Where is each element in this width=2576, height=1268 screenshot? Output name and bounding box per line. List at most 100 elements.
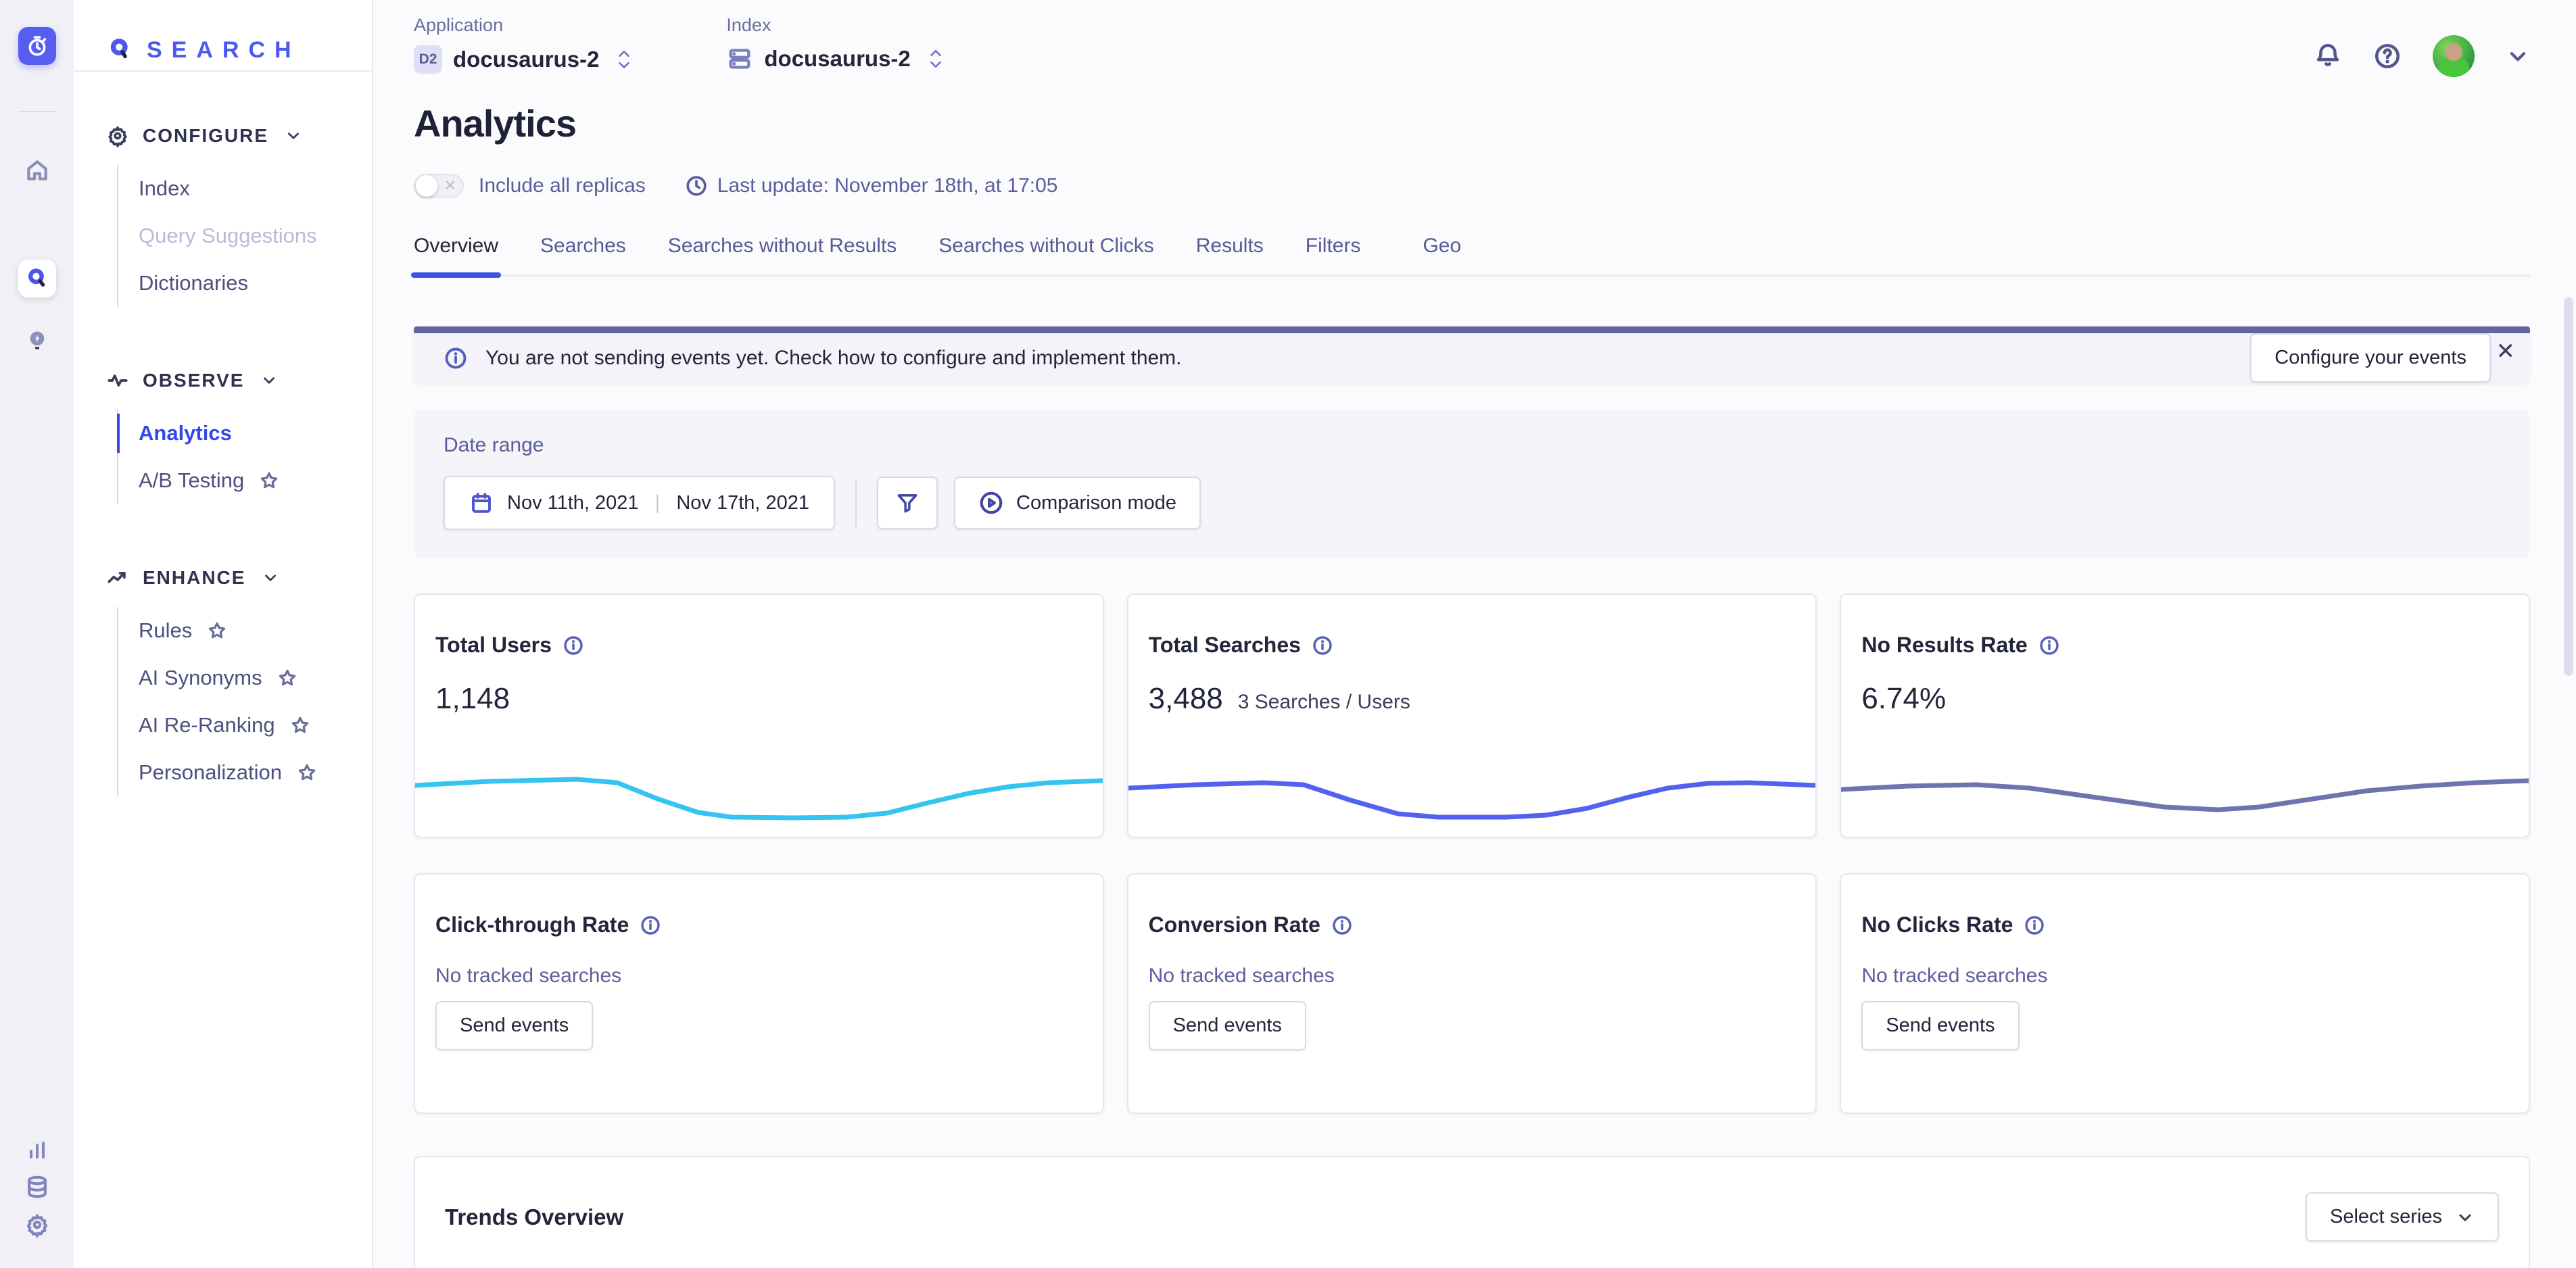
nav-section-label: CONFIGURE <box>143 125 268 147</box>
last-update: Last update: November 18th, at 17:05 <box>685 174 1058 197</box>
info-icon[interactable] <box>1312 635 1333 656</box>
trends-title: Trends Overview <box>445 1204 623 1230</box>
info-icon[interactable] <box>1331 915 1353 936</box>
index-select-chevrons-icon[interactable] <box>928 49 943 69</box>
tab-geo[interactable]: Geo <box>1423 235 1461 275</box>
info-icon[interactable] <box>2038 635 2060 656</box>
card-title: No Results Rate <box>1861 633 2027 658</box>
tab-overview[interactable]: Overview <box>414 235 498 275</box>
nav-section-label: ENHANCE <box>143 567 245 589</box>
user-avatar[interactable] <box>2433 35 2475 77</box>
sidebar-item-label: A/B Testing <box>139 468 244 493</box>
send-events-button[interactable]: Send events <box>1861 1001 2019 1050</box>
info-icon[interactable] <box>2024 915 2045 936</box>
application-value: docusaurus-2 <box>453 47 599 72</box>
main-content: Application D2 docusaurus-2 Index <box>373 0 2576 1268</box>
sidebar-item-index[interactable]: Index <box>139 165 372 212</box>
sidebar-item-label: Analytics <box>139 421 232 445</box>
date-separator: | <box>652 491 663 514</box>
chevron-down-icon <box>262 569 279 587</box>
tab-filters[interactable]: Filters <box>1306 235 1361 275</box>
card-title: Total Searches <box>1149 633 1301 658</box>
index-label: Index <box>726 15 943 36</box>
sidebar-item-personalization[interactable]: Personalization <box>139 749 372 796</box>
sidebar-item-dictionaries[interactable]: Dictionaries <box>139 260 372 307</box>
send-events-button[interactable]: Send events <box>435 1001 593 1050</box>
tab-searches-without-clicks[interactable]: Searches without Clicks <box>938 235 1153 275</box>
stopwatch-icon[interactable] <box>18 27 56 65</box>
metric-card-total-users: Total Users 1,148 <box>414 593 1104 838</box>
gear-icon <box>106 124 129 147</box>
tab-searches-without-results[interactable]: Searches without Results <box>668 235 897 275</box>
account-chevron-down-icon[interactable] <box>2506 44 2530 68</box>
sidebar-item-analytics[interactable]: Analytics <box>139 410 372 457</box>
logo-magnifier-icon <box>106 36 135 64</box>
notifications-bell-icon[interactable] <box>2314 42 2342 70</box>
events-banner: You are not sending events yet. Check ho… <box>414 326 2530 383</box>
nav-section-enhance[interactable]: ENHANCE <box>106 566 372 589</box>
metric-card-no-results-rate: No Results Rate 6.74% <box>1840 593 2530 838</box>
chevron-down-icon <box>260 372 278 389</box>
event-card-no-clicks-rate: No Clicks Rate No tracked searches Send … <box>1840 873 2530 1114</box>
date-range-button[interactable]: Nov 11th, 2021 | Nov 17th, 2021 <box>444 476 835 530</box>
sidebar: SEARCH CONFIGURE Index Query Suggestions… <box>74 0 373 1268</box>
card-subtext: 3 Searches / Users <box>1238 691 1410 714</box>
card-status: No tracked searches <box>415 937 1103 987</box>
search-logo[interactable]: SEARCH <box>74 0 372 70</box>
nav-section-label: OBSERVE <box>143 370 244 391</box>
sidebar-item-ab-testing[interactable]: A/B Testing <box>139 457 372 504</box>
home-icon[interactable] <box>18 151 56 189</box>
card-title: Conversion Rate <box>1149 912 1320 937</box>
sidebar-item-label: AI Re-Ranking <box>139 713 275 737</box>
topbar: Application D2 docusaurus-2 Index <box>414 0 2530 77</box>
page-scrollbar[interactable] <box>2564 297 2573 676</box>
info-icon[interactable] <box>563 635 584 656</box>
star-icon <box>290 715 310 735</box>
date-end: Nov 17th, 2021 <box>676 492 809 514</box>
tab-results[interactable]: Results <box>1196 235 1264 275</box>
sidebar-item-ai-synonyms[interactable]: AI Synonyms <box>139 654 372 702</box>
card-value: 3,488 <box>1149 682 1223 716</box>
comparison-mode-button[interactable]: Comparison mode <box>954 477 1201 529</box>
banner-close-icon[interactable]: ✕ <box>2496 340 2516 363</box>
sidebar-item-rules[interactable]: Rules <box>139 607 372 654</box>
bar-chart-icon[interactable] <box>18 1130 56 1168</box>
last-update-text: Last update: November 18th, at 17:05 <box>717 174 1058 197</box>
sidebar-item-ai-reranking[interactable]: AI Re-Ranking <box>139 702 372 749</box>
search-product-icon[interactable] <box>18 260 56 297</box>
nav-section-observe[interactable]: OBSERVE <box>106 369 372 392</box>
send-events-button[interactable]: Send events <box>1149 1001 1306 1050</box>
help-icon[interactable] <box>2373 42 2402 70</box>
filter-button[interactable] <box>877 477 938 529</box>
include-replicas-toggle[interactable]: ✕ <box>414 174 464 198</box>
application-select-chevrons-icon[interactable] <box>617 49 631 70</box>
sidebar-item-label: Personalization <box>139 760 282 785</box>
card-status: No tracked searches <box>1128 937 1816 987</box>
nav-section-configure[interactable]: CONFIGURE <box>106 124 372 147</box>
meta-row: ✕ Include all replicas Last update: Nove… <box>414 174 2530 198</box>
settings-gear-icon[interactable] <box>18 1206 56 1244</box>
star-icon <box>277 668 297 688</box>
event-cards-row: Click-through Rate No tracked searches S… <box>414 873 2530 1114</box>
logo-wordmark: SEARCH <box>147 37 301 64</box>
application-switcher[interactable]: Application D2 docusaurus-2 <box>414 15 631 74</box>
total-users-sparkline <box>415 748 1103 837</box>
comparison-mode-label: Comparison mode <box>1016 492 1176 514</box>
select-series-button[interactable]: Select series <box>2306 1192 2499 1242</box>
chevron-down-icon <box>2456 1208 2475 1227</box>
info-icon[interactable] <box>640 915 661 936</box>
index-switcher[interactable]: Index docusaurus-2 <box>726 15 943 72</box>
event-card-conversion-rate: Conversion Rate No tracked searches Send… <box>1127 873 1817 1114</box>
recommend-lightbulb-icon[interactable] <box>18 322 56 360</box>
configure-events-button[interactable]: Configure your events <box>2250 333 2491 383</box>
tab-searches[interactable]: Searches <box>540 235 626 275</box>
star-icon <box>207 620 227 641</box>
star-icon <box>297 762 317 783</box>
sidebar-item-label: Index <box>139 176 190 201</box>
sidebar-item-query-suggestions[interactable]: Query Suggestions <box>139 212 372 260</box>
database-icon[interactable] <box>18 1168 56 1206</box>
page-title: Analytics <box>414 101 2530 145</box>
card-value: 6.74% <box>1861 682 1946 716</box>
application-label: Application <box>414 15 631 36</box>
card-title: No Clicks Rate <box>1861 912 2013 937</box>
